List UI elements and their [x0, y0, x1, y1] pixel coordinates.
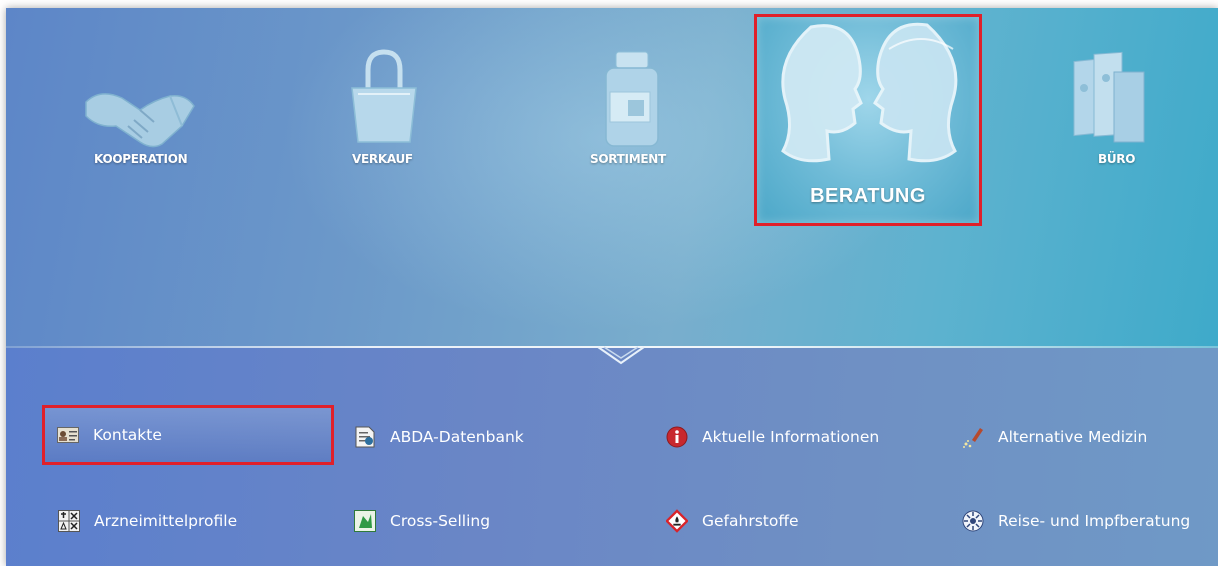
- category-buero[interactable]: BÜRO: [1024, 8, 1204, 208]
- cross-selling-icon: [354, 510, 376, 532]
- submenu-item-label: Alternative Medizin: [998, 428, 1148, 446]
- submenu-item-label: ABDA-Datenbank: [390, 428, 524, 446]
- hazard-diamond-icon: [666, 509, 688, 533]
- category-label: SORTIMENT: [590, 152, 666, 166]
- submenu-item-label: Gefahrstoffe: [702, 512, 799, 530]
- category-label: KOOPERATION: [94, 152, 188, 166]
- shopping-bag-icon: [351, 49, 417, 143]
- category-kooperation[interactable]: KOOPERATION: [44, 8, 224, 208]
- profile-grid-icon: [58, 510, 80, 532]
- chevron-down-icon: [597, 346, 645, 365]
- category-sortiment[interactable]: SORTIMENT: [554, 8, 734, 208]
- submenu-item-abda-datenbank[interactable]: ABDA-Datenbank: [354, 419, 524, 455]
- category-verkauf[interactable]: VERKAUF: [306, 8, 486, 208]
- medicine-jar-icon: [605, 51, 659, 147]
- submenu-item-label: Arzneimittelprofile: [94, 512, 238, 530]
- submenu-item-label: Reise- und Impfberatung: [998, 512, 1191, 530]
- category-label: VERKAUF: [352, 152, 413, 166]
- submenu-item-aktuelle-informationen[interactable]: Aktuelle Informationen: [666, 419, 879, 455]
- category-beratung[interactable]: BERATUNG: [754, 14, 982, 226]
- submenu-item-reise-impfberatung[interactable]: Reise- und Impfberatung: [962, 503, 1190, 539]
- submenu-item-label: Aktuelle Informationen: [702, 428, 880, 446]
- submenu-item-alternative-medizin[interactable]: Alternative Medizin: [962, 419, 1147, 455]
- category-label: BERATUNG: [810, 185, 926, 207]
- mortar-herbs-icon: [962, 426, 984, 448]
- main-panel: KOOPERATION VERKAUF SORTIMENT BERATUNG B…: [6, 8, 1218, 566]
- consultation-faces-icon: [781, 22, 958, 163]
- travel-vaccine-icon: [962, 510, 984, 532]
- submenu-item-kontakte[interactable]: Kontakte: [42, 405, 334, 465]
- contact-card-icon: [57, 424, 79, 446]
- info-icon: [666, 426, 688, 448]
- database-document-icon: [354, 426, 376, 448]
- submenu-item-label: Kontakte: [93, 426, 162, 444]
- category-label: BÜRO: [1098, 152, 1136, 166]
- handshake-icon: [85, 93, 195, 148]
- submenu-item-row: Kontakte: [57, 417, 162, 453]
- submenu-item-arzneimittelprofile[interactable]: Arzneimittelprofile: [58, 503, 237, 539]
- submenu-item-label: Cross-Selling: [390, 512, 491, 530]
- submenu-item-cross-selling[interactable]: Cross-Selling: [354, 503, 490, 539]
- binders-icon: [1073, 51, 1145, 143]
- submenu-item-gefahrstoffe[interactable]: Gefahrstoffe: [666, 503, 799, 539]
